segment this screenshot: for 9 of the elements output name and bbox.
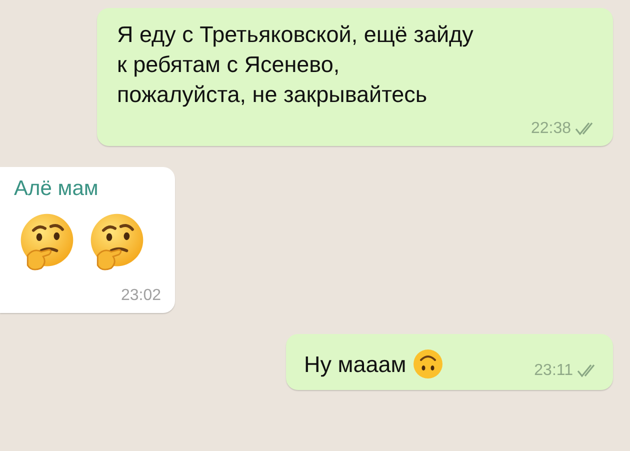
message-time: 22:38 (530, 120, 571, 138)
upside-down-face-icon (412, 348, 444, 380)
message-text: к ребятам с Ясенево, (117, 51, 341, 79)
message-text: пожалуйста, не закрывайтесь (117, 81, 428, 109)
message-time: 23:02 (120, 287, 161, 305)
message-time: 23:11 (534, 362, 573, 380)
message-text: Ну мааам (304, 351, 406, 379)
sender-name: Алё мам (14, 177, 100, 201)
message-text: Я еду с Третьяковской, ещё зайду (117, 21, 474, 49)
